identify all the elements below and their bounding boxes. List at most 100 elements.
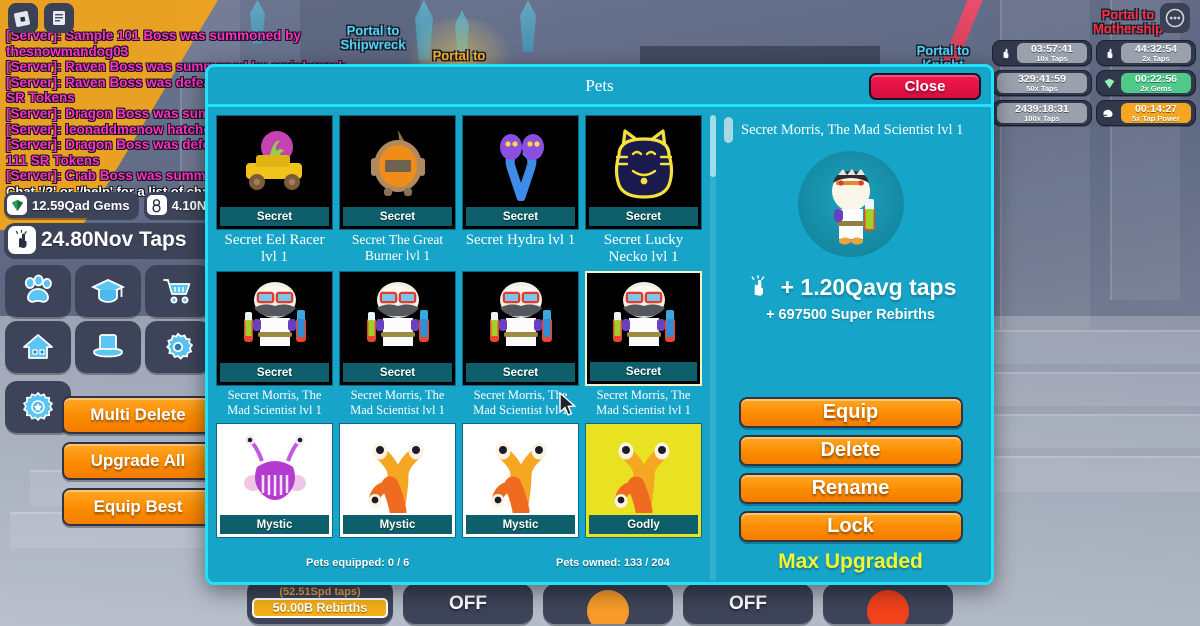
gem-icon bbox=[7, 195, 27, 215]
toggle-state-label: OFF bbox=[729, 593, 767, 614]
timer-bar: 2439:18:31 100x Taps bbox=[997, 103, 1087, 123]
gear-icon[interactable] bbox=[145, 321, 211, 373]
taps-pill[interactable]: 24.80Nov Taps bbox=[4, 223, 224, 257]
pet-name: Secret Lucky Necko lvl 1 bbox=[603, 232, 684, 265]
tap-hand-icon bbox=[997, 45, 1013, 61]
lock-button[interactable]: Lock bbox=[738, 511, 963, 542]
toggle-slot-1[interactable]: OFF bbox=[403, 584, 533, 624]
rebirth-value: 50.00B Rebirths bbox=[252, 598, 388, 618]
pets-modal: Pets Close Secret Secret Eel Racer lvl 1… bbox=[205, 64, 994, 585]
pet-name: Secret Eel Racer lvl 1 bbox=[224, 232, 325, 265]
pet-detail-name-row: Secret Morris, The Mad Scientist lvl 1 bbox=[724, 117, 977, 143]
scrollbar-thumb[interactable] bbox=[710, 115, 716, 177]
timer-100x-taps[interactable]: 2439:18:31 100x Taps bbox=[992, 100, 1092, 126]
pet-stat-sub: + 697500 Super Rebirths bbox=[766, 307, 935, 323]
pet-card[interactable]: Secret Secret Morris, The Mad Scientist … bbox=[216, 271, 333, 418]
pet-card[interactable]: Mystic bbox=[462, 423, 579, 538]
rarity-badge: Godly bbox=[589, 515, 698, 534]
auto-slot-2[interactable] bbox=[823, 584, 953, 624]
rarity-badge: Secret bbox=[220, 363, 329, 382]
red-circle-icon bbox=[867, 590, 909, 624]
tap-hand-icon bbox=[8, 226, 36, 254]
equip-best-button[interactable]: Equip Best bbox=[62, 488, 214, 526]
pet-thumbnail: Secret bbox=[585, 271, 702, 386]
chat-icon[interactable] bbox=[44, 3, 74, 33]
toggle-state-label: OFF bbox=[449, 593, 487, 614]
close-button[interactable]: Close bbox=[869, 73, 981, 100]
orange-circle-icon bbox=[587, 590, 629, 624]
pet-thumbnail: Godly bbox=[585, 423, 702, 538]
delete-button[interactable]: Delete bbox=[738, 435, 963, 466]
timer-10x-taps[interactable]: 03:57:41 10x Taps bbox=[992, 40, 1092, 66]
roblox-logo-icon[interactable] bbox=[8, 3, 38, 33]
timer-50x-taps[interactable]: 329:41:59 50x Taps bbox=[992, 70, 1092, 96]
mad-scientist-avatar-art bbox=[831, 169, 875, 245]
mad-scientist-art bbox=[217, 272, 332, 363]
pet-stat-row: + 1.20Qavg taps bbox=[745, 273, 956, 301]
timer-column-left: 03:57:41 10x Taps 329:41:59 50x Taps 243… bbox=[992, 40, 1092, 126]
orange-slug-art bbox=[340, 424, 455, 515]
pet-card[interactable]: Mystic bbox=[216, 423, 333, 538]
timer-bar: 44:32:54 2x Taps bbox=[1121, 43, 1191, 63]
pet-thumbnail: Secret bbox=[216, 271, 333, 386]
rename-button[interactable]: Rename bbox=[738, 473, 963, 504]
pet-thumbnail: Secret bbox=[339, 271, 456, 386]
pet-card[interactable]: Secret Secret Morris, The Mad Scientist … bbox=[462, 271, 579, 418]
timer-label: 50x Taps bbox=[1026, 83, 1058, 93]
rebirth-button[interactable]: (52.51Spd taps) 50.00B Rebirths bbox=[247, 580, 393, 624]
lucky-necko-art bbox=[586, 116, 701, 207]
mad-scientist-art bbox=[340, 272, 455, 363]
timer-5x-tap-power[interactable]: 00:14:27 5x Tap Power bbox=[1096, 100, 1196, 126]
topbar-left bbox=[8, 3, 74, 33]
timer-bar: 00:22:56 2x Gems bbox=[1121, 73, 1191, 93]
ellipsis-icon[interactable] bbox=[1160, 3, 1190, 33]
pet-name: Secret Hydra lvl 1 bbox=[465, 232, 576, 248]
rarity-badge: Secret bbox=[466, 207, 575, 226]
pet-card[interactable]: Secret Secret The Great Burner lvl 1 bbox=[339, 115, 456, 266]
pet-card[interactable]: Secret Secret Lucky Necko lvl 1 bbox=[585, 115, 702, 266]
pet-thumbnail: Mystic bbox=[339, 423, 456, 538]
rarity-badge: Secret bbox=[466, 363, 575, 382]
pet-detail-name: Secret Morris, The Mad Scientist lvl 1 bbox=[741, 121, 964, 138]
pet-card[interactable]: Godly bbox=[585, 423, 702, 538]
upgrade-all-button[interactable]: Upgrade All bbox=[62, 442, 214, 480]
pet-thumbnail: Mystic bbox=[462, 423, 579, 538]
gems-pill[interactable]: 12.59Qad Gems bbox=[4, 192, 139, 218]
pets-grid-container[interactable]: Secret Secret Eel Racer lvl 1 Secret Sec… bbox=[208, 107, 718, 582]
great-burner-art bbox=[340, 116, 455, 207]
pet-name: Secret Morris, The Mad Scientist lvl 1 bbox=[227, 388, 322, 417]
pet-detail-avatar bbox=[797, 151, 904, 257]
pet-card[interactable]: Secret Secret Eel Racer lvl 1 bbox=[216, 115, 333, 266]
arm-muscle-icon bbox=[1101, 105, 1117, 121]
graduation-cap-icon[interactable] bbox=[75, 265, 141, 317]
coin-icon bbox=[146, 195, 167, 215]
pets-modal-body: Secret Secret Eel Racer lvl 1 Secret Sec… bbox=[208, 107, 991, 582]
pets-grid-scrollbar[interactable] bbox=[710, 115, 716, 581]
rarity-badge: Secret bbox=[589, 207, 698, 226]
top-hat-icon[interactable] bbox=[75, 321, 141, 373]
toggle-slot-2[interactable]: OFF bbox=[683, 584, 813, 624]
mad-scientist-art bbox=[587, 273, 700, 362]
pet-card[interactable]: Secret Secret Hydra lvl 1 bbox=[462, 115, 579, 266]
pet-thumbnail: Secret bbox=[462, 271, 579, 386]
paw-icon[interactable] bbox=[5, 265, 71, 317]
equip-button[interactable]: Equip bbox=[738, 397, 963, 428]
pet-card-selected[interactable]: Secret Secret Morris, The Mad Scientist … bbox=[585, 271, 702, 418]
pet-card[interactable]: Mystic bbox=[339, 423, 456, 538]
multi-delete-button[interactable]: Multi Delete bbox=[62, 396, 214, 434]
eel-racer-art bbox=[217, 116, 332, 207]
hydra-art bbox=[463, 116, 578, 207]
timer-label: 2x Taps bbox=[1142, 53, 1170, 63]
pets-grid: Secret Secret Eel Racer lvl 1 Secret Sec… bbox=[216, 115, 718, 538]
pet-thumbnail: Mystic bbox=[216, 423, 333, 538]
shopping-cart-icon[interactable] bbox=[145, 265, 211, 317]
taps-value: 24.80Nov Taps bbox=[41, 228, 187, 251]
pets-modal-header: Pets Close bbox=[208, 67, 991, 107]
auto-slot-1[interactable] bbox=[543, 584, 673, 624]
house-icon[interactable] bbox=[5, 321, 71, 373]
pet-name: Secret Morris, The Mad Scientist lvl 1 bbox=[473, 388, 568, 417]
timer-time: 44:32:54 bbox=[1134, 43, 1178, 55]
timer-2x-gems[interactable]: 00:22:56 2x Gems bbox=[1096, 70, 1196, 96]
timer-2x-taps[interactable]: 44:32:54 2x Taps bbox=[1096, 40, 1196, 66]
pet-card[interactable]: Secret Secret Morris, The Mad Scientist … bbox=[339, 271, 456, 418]
